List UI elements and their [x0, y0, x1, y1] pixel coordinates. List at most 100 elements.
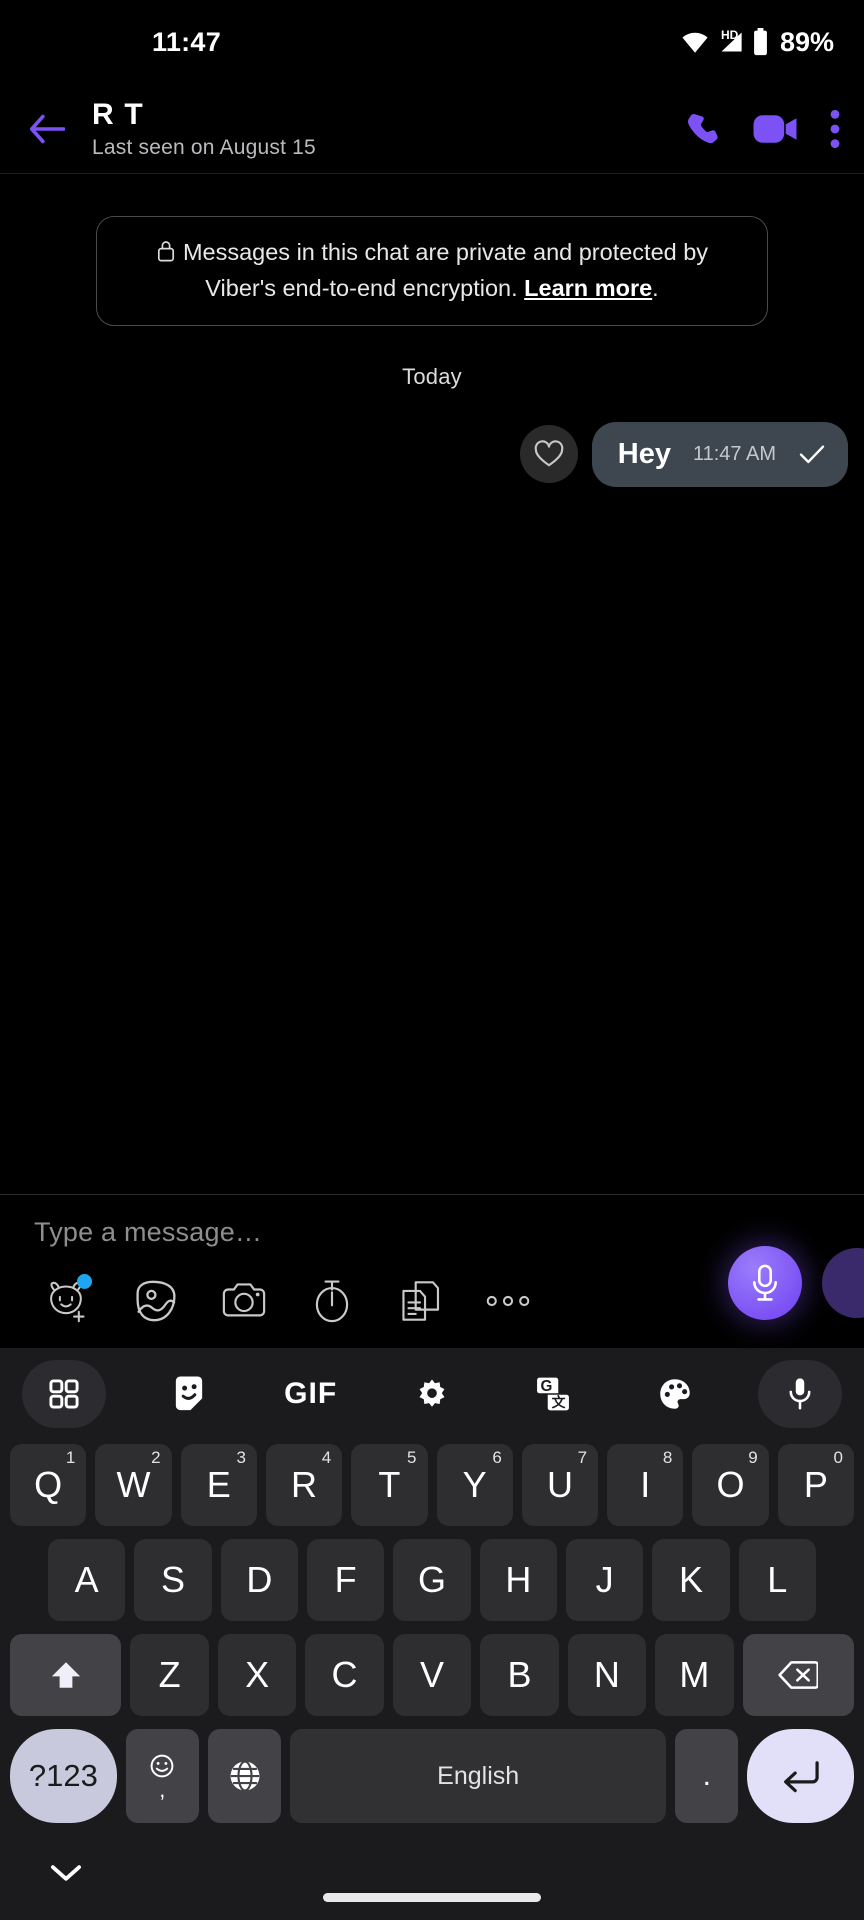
battery-icon: [752, 28, 769, 56]
message-text: Hey: [617, 437, 671, 470]
message-input-bar: Type a message…: [0, 1194, 864, 1348]
sticker-bear-icon[interactable]: [24, 1270, 112, 1332]
key-z[interactable]: Z: [130, 1634, 209, 1716]
key-w[interactable]: W2: [95, 1444, 172, 1526]
backspace-delete-icon[interactable]: [742, 1634, 854, 1716]
key-number: 4: [321, 1448, 332, 1467]
key-number: 2: [151, 1448, 161, 1467]
timer-icon[interactable]: [288, 1270, 376, 1332]
hd-signal-icon: HD: [718, 28, 744, 54]
apps-grid-icon[interactable]: [22, 1360, 106, 1428]
key-number: 1: [65, 1448, 76, 1467]
keyboard-row-2: A S D F G H J K L: [6, 1539, 858, 1621]
status-bar: 11:47 HD 89%: [0, 0, 864, 84]
day-separator: Today: [402, 363, 462, 389]
key-number: 0: [833, 1448, 843, 1467]
key-label: W: [116, 1464, 151, 1505]
key-c[interactable]: C: [305, 1634, 384, 1716]
chat-header-titles[interactable]: R T Last seen on August 15: [92, 98, 684, 160]
status-bar-clock: 11:47: [152, 26, 222, 57]
key-l[interactable]: L: [738, 1539, 816, 1621]
keyboard-row-4: ?123 , English .: [6, 1729, 858, 1823]
key-label: R: [291, 1464, 318, 1505]
enter-return-icon[interactable]: [747, 1729, 854, 1823]
viber-chat-screen: 11:47 HD 89% R T Last seen on August 15 …: [0, 0, 864, 1920]
key-r[interactable]: R4: [265, 1444, 343, 1526]
translate-icon[interactable]: G 文: [515, 1360, 591, 1428]
theme-palette-icon[interactable]: [637, 1360, 713, 1428]
more-options-icon[interactable]: [464, 1270, 552, 1332]
gallery-image-icon[interactable]: [112, 1270, 200, 1332]
key-label: I: [640, 1464, 651, 1505]
settings-gear-icon[interactable]: [394, 1360, 470, 1428]
video-call-icon[interactable]: [752, 110, 798, 148]
battery-percent: 89%: [779, 26, 834, 57]
encryption-notice[interactable]: Messages in this chat are private and pr…: [96, 216, 768, 326]
key-number: 9: [748, 1448, 758, 1467]
emoji-smiley-icon[interactable]: ,: [125, 1729, 199, 1823]
voice-input-mic-icon[interactable]: [757, 1360, 842, 1428]
microphone-icon[interactable]: [728, 1246, 802, 1320]
overflow-menu-icon[interactable]: [828, 109, 842, 149]
key-g[interactable]: G: [393, 1539, 471, 1621]
contact-name: R T: [92, 97, 144, 131]
key-number: 5: [407, 1448, 417, 1467]
sent-check-icon: [798, 443, 826, 465]
chat-header: R T Last seen on August 15: [0, 84, 864, 174]
language-globe-icon[interactable]: [207, 1729, 282, 1823]
message-row-outgoing: Hey 11:47 AM: [0, 421, 864, 487]
key-h[interactable]: H: [479, 1539, 557, 1621]
lock-icon: [156, 239, 176, 272]
key-b[interactable]: B: [480, 1634, 559, 1716]
period-key[interactable]: .: [675, 1729, 739, 1823]
key-u[interactable]: U7: [521, 1444, 599, 1526]
key-v[interactable]: V: [392, 1634, 472, 1716]
symbols-key[interactable]: ?123: [10, 1729, 117, 1823]
shift-up-arrow-icon[interactable]: [10, 1634, 122, 1716]
keyboard-rows: Q1 W2 E3 R4 T5 Y6 U7 I8 O9 P0 A S D F G …: [0, 1440, 864, 1823]
encryption-notice-period: .: [652, 275, 659, 302]
navigation-bar: [0, 1840, 864, 1920]
heart-icon[interactable]: [519, 425, 578, 484]
keyboard-row-1: Q1 W2 E3 R4 T5 Y6 U7 I8 O9 P0: [6, 1444, 858, 1526]
key-label: P: [803, 1464, 828, 1505]
key-j[interactable]: J: [565, 1539, 644, 1621]
key-x[interactable]: X: [217, 1634, 297, 1716]
message-bubble[interactable]: Hey 11:47 AM: [591, 421, 848, 487]
key-f[interactable]: F: [307, 1539, 385, 1621]
key-o[interactable]: O9: [692, 1444, 769, 1526]
key-d[interactable]: D: [220, 1539, 298, 1621]
key-p[interactable]: P0: [777, 1444, 854, 1526]
key-i[interactable]: I8: [607, 1444, 684, 1526]
voice-call-icon[interactable]: [684, 110, 722, 148]
key-label: Q: [34, 1464, 63, 1505]
file-document-icon[interactable]: [376, 1270, 464, 1332]
back-arrow-icon[interactable]: [18, 100, 76, 158]
key-t[interactable]: T5: [351, 1444, 428, 1526]
chat-header-actions: [684, 109, 842, 149]
key-k[interactable]: K: [652, 1539, 730, 1621]
key-a[interactable]: A: [48, 1539, 126, 1621]
chevron-down-icon[interactable]: [50, 1862, 82, 1889]
key-q[interactable]: Q1: [10, 1444, 87, 1526]
keyboard-row-3: Z X C V B N M: [6, 1634, 858, 1716]
gif-label: GIF: [284, 1377, 338, 1410]
camera-icon[interactable]: [200, 1270, 288, 1332]
sticker-icon[interactable]: [151, 1360, 227, 1428]
home-gesture-pill[interactable]: [323, 1893, 541, 1902]
learn-more-link[interactable]: Learn more: [524, 275, 652, 301]
gif-icon[interactable]: GIF: [273, 1360, 349, 1428]
svg-text:G: G: [541, 1378, 553, 1395]
key-e[interactable]: E3: [180, 1444, 257, 1526]
key-y[interactable]: Y6: [436, 1444, 513, 1526]
message-input-field[interactable]: Type a message…: [0, 1217, 864, 1248]
key-number: 7: [577, 1448, 588, 1467]
key-label: E: [206, 1464, 231, 1505]
emoji-key-comma: ,: [159, 1777, 166, 1803]
key-label: U: [546, 1464, 573, 1505]
key-m[interactable]: M: [655, 1634, 734, 1716]
key-n[interactable]: N: [567, 1634, 647, 1716]
key-s[interactable]: S: [134, 1539, 212, 1621]
space-key[interactable]: English: [290, 1729, 667, 1823]
wifi-icon: [680, 30, 710, 54]
